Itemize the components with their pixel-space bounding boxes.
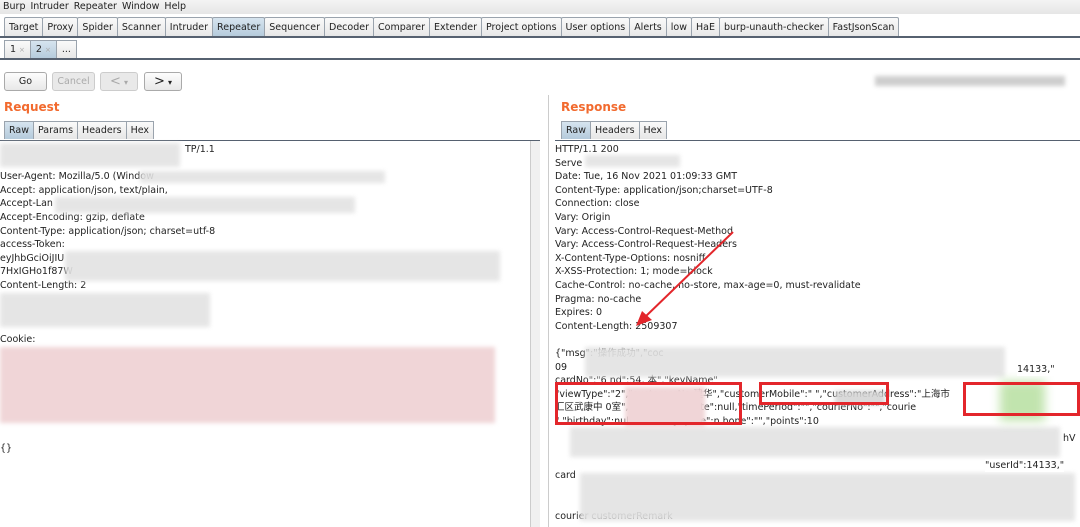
response-fragment: "userId":14133,": [985, 459, 1065, 472]
annotation-arrow-icon: [636, 231, 734, 326]
response-fragment: 14133,": [1017, 363, 1055, 376]
response-fragment: hV: [1063, 432, 1076, 445]
